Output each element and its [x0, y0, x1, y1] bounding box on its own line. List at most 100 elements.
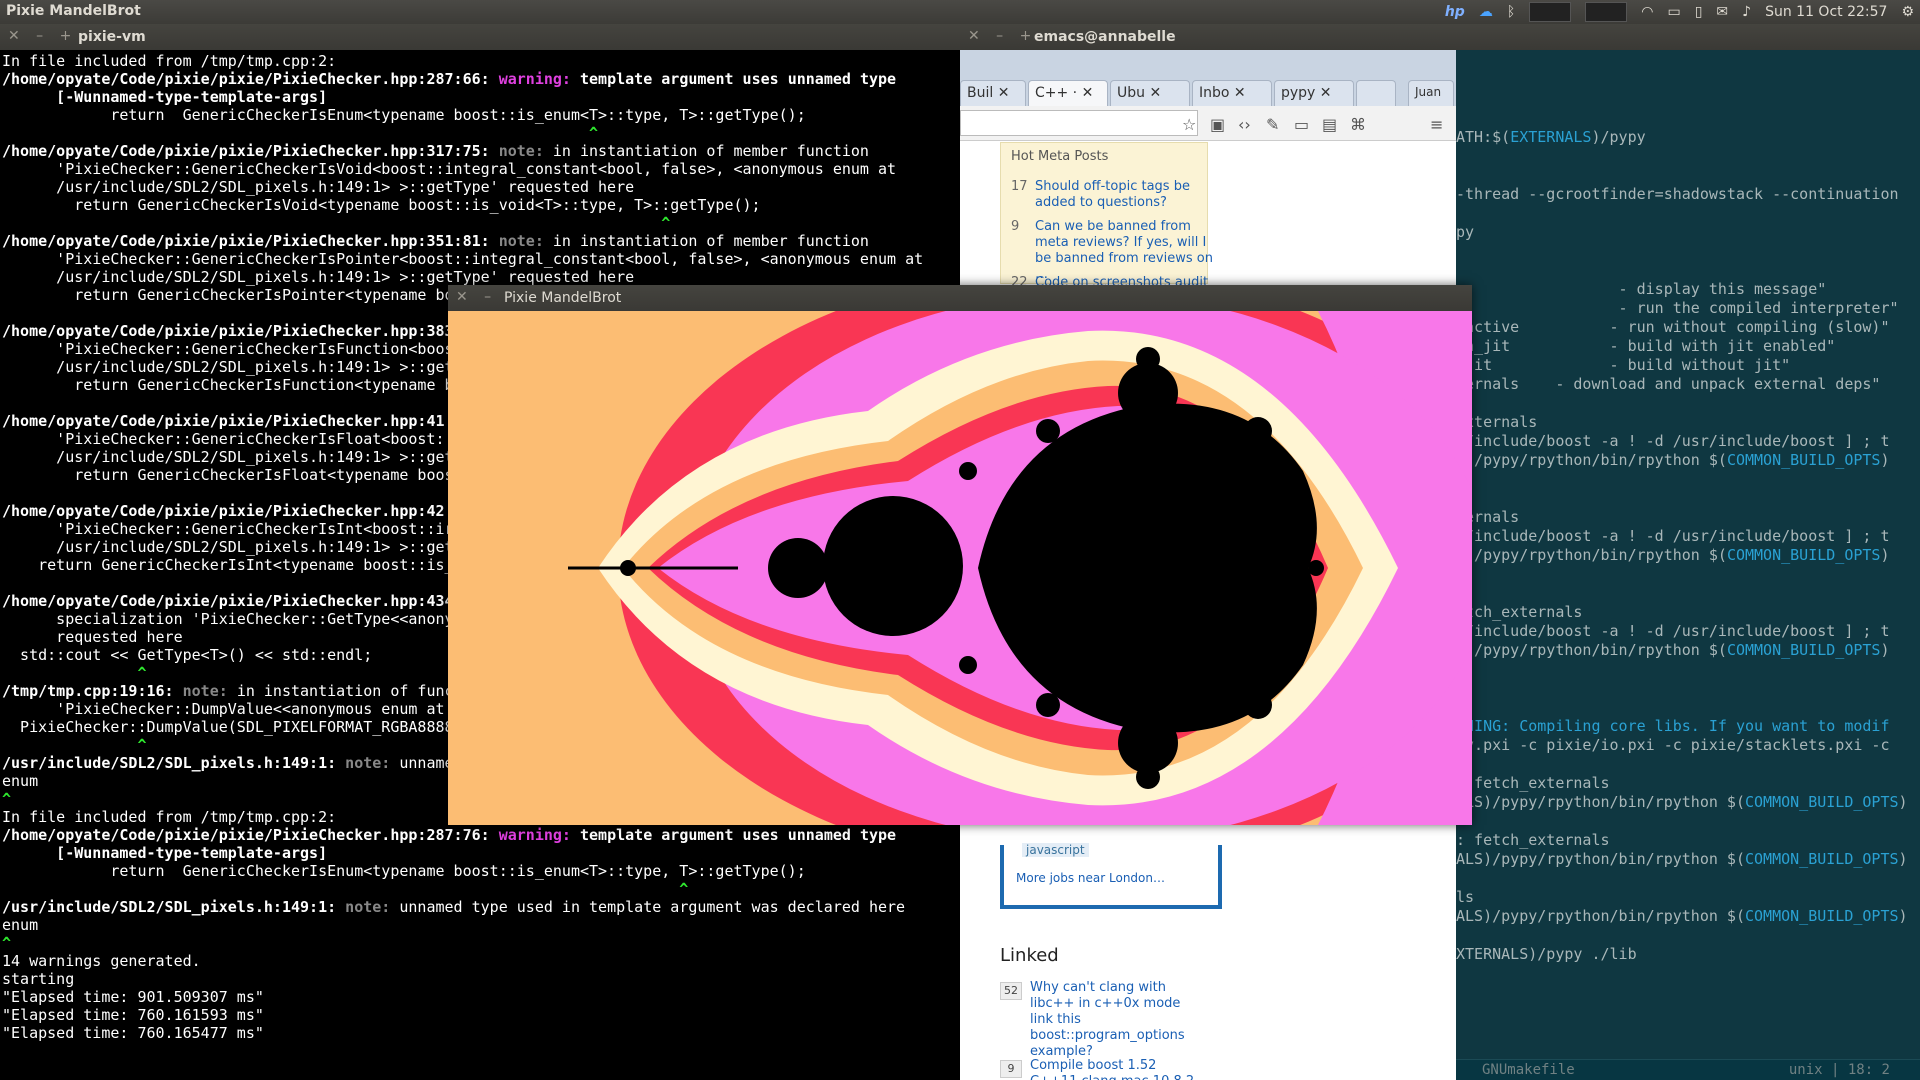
terminal-line: 14 warnings generated. [2, 952, 923, 970]
terminal-line: /usr/include/SDL2/SDL_pixels.h:149:1> >:… [2, 268, 923, 286]
terminal-line-segment: note: [498, 232, 553, 250]
tab-inbox[interactable]: Inbo ✕ [1192, 80, 1272, 106]
terminal-line: 'PixieChecker::GenericCheckerIsVoid<boos… [2, 160, 923, 178]
extension-icon[interactable]: ▣ [1210, 115, 1225, 134]
terminal-line-segment: enum [2, 772, 39, 790]
terminal-line-segment: note: [182, 682, 237, 700]
hot-meta-posts: Hot Meta Posts 17 Should off-topic tags b… [1000, 142, 1213, 290]
terminal-line: return GenericCheckerIsVoid<typename boo… [2, 196, 923, 214]
more-jobs-link[interactable]: More jobs near London… [1016, 871, 1165, 885]
tab-pypy[interactable]: pypy ✕ [1274, 80, 1354, 106]
terminal-line-segment: unname [399, 754, 454, 772]
terminal-line: [-Wunnamed-type-template-args] [2, 844, 923, 862]
set-bulb [1036, 693, 1060, 717]
terminal-line: ^ [2, 124, 923, 142]
code-line: ALS)/pypy/rpython/bin/rpython $(COMMON_B… [1456, 793, 1908, 812]
extension-icon[interactable]: ⌘ [1350, 115, 1366, 134]
terminal-line-segment: /home/opyate/Code/pixie/pixie/PixieCheck… [2, 412, 445, 430]
clock[interactable]: Sun 11 Oct 22:57 [1765, 4, 1887, 20]
cpu-graph-icon[interactable] [1585, 2, 1628, 22]
terminal-line-segment: /usr/include/SDL2/SDL_pixels.h:149:1> >:… [2, 358, 454, 376]
terminal-line-segment: template argument uses unnamed type [579, 70, 897, 88]
terminal-titlebar[interactable]: ✕ – + pixie-vm [0, 24, 960, 50]
bookmark-star-icon[interactable]: ☆ [1182, 115, 1196, 134]
terminal-line-segment: 'PixieChecker::GenericCheckerIsPointer<b… [2, 250, 924, 268]
network-graph-icon[interactable] [1529, 2, 1572, 22]
code-line-segment: S)/pypy/rpython/bin/rpython $( [1456, 546, 1727, 564]
terminal-line-segment: /usr/include/SDL2/SDL_pixels.h:149:1> >:… [2, 448, 454, 466]
address-bar[interactable] [960, 110, 1198, 136]
code-line: S)/pypy/rpython/bin/rpython $(COMMON_BUI… [1456, 641, 1908, 660]
code-line-segment: ternals - download and unpack external d… [1456, 375, 1881, 393]
menu-icon[interactable]: ≡ [1430, 115, 1443, 134]
terminal-line-segment: return GenericCheckerIsPointer<typename … [2, 286, 454, 304]
wifi-icon[interactable]: ◠ [1641, 4, 1653, 20]
set-bulb [959, 656, 977, 674]
code-icon[interactable]: ‹› [1238, 115, 1251, 134]
profile-button[interactable]: Juan [1408, 80, 1454, 106]
code-line: ATH:$(EXTERNALS)/pypy [1456, 128, 1908, 147]
mandelbrot-titlebar[interactable]: ✕ – Pixie MandelBrot [448, 285, 1472, 311]
code-line: ternals [1456, 508, 1908, 527]
code-line-segment: COMMON_BUILD_OPTS [1726, 641, 1881, 659]
battery-icon[interactable]: ▯ [1695, 4, 1703, 20]
mail-icon[interactable]: ✉ [1716, 4, 1728, 20]
terminal-line-segment: requested here [2, 628, 183, 646]
cloud-icon[interactable]: ☁ [1479, 4, 1493, 20]
terminal-line-segment: warning: [498, 826, 580, 844]
terminal-line-segment: /home/opyate/Code/pixie/pixie/PixieCheck… [2, 142, 499, 160]
terminal-line-segment: note: [345, 754, 400, 772]
hp-icon[interactable]: hp [1445, 4, 1465, 20]
terminal-line: /home/opyate/Code/pixie/pixie/PixieCheck… [2, 826, 923, 844]
terminal-line-segment: /usr/include/SDL2/SDL_pixels.h:149:1> >:… [2, 268, 635, 286]
settings-gear-icon[interactable]: ⚙ [1901, 4, 1914, 20]
set-bulb-top-small [1136, 347, 1160, 371]
terminal-line-segment: In file included from /tmp/tmp.cpp:2: [2, 52, 337, 70]
set-bulb [1308, 560, 1324, 576]
mandelbrot-window[interactable]: ✕ – Pixie MandelBrot [448, 285, 1472, 825]
terminal-line: 'PixieChecker::GenericCheckerIsPointer<b… [2, 250, 923, 268]
mandelbrot-render[interactable] [448, 311, 1472, 825]
set-bulb-bottom [1118, 713, 1178, 773]
emacs-titlebar[interactable]: ✕ – + emacs@annabelle [960, 24, 1920, 50]
code-line-segment: ALS)/pypy/rpython/bin/rpython $( [1456, 793, 1745, 811]
terminal-line-segment: 'PixieChecker::GenericCheckerIsVoid<boos… [2, 160, 897, 178]
new-tab-button[interactable] [1356, 80, 1396, 106]
tab-cpp[interactable]: C++ · ✕ [1028, 80, 1108, 106]
window-controls[interactable]: ✕ – + [8, 28, 77, 44]
tab-ubuntu[interactable]: Ubu ✕ [1110, 80, 1190, 106]
terminal-line-segment: ^ [2, 124, 599, 142]
emacs-title: emacs@annabelle [1034, 29, 1176, 45]
terminal-line-segment: unnamed type used in template argument w… [399, 898, 906, 916]
extension-icon[interactable]: ✎ [1266, 115, 1279, 134]
terminal-line-segment: warning: [498, 70, 580, 88]
tag[interactable]: javascript [1022, 843, 1089, 857]
code-line: uv.pxi -c pixie/io.pxi -c pixie/stacklet… [1456, 736, 1908, 755]
window-controls[interactable]: ✕ – [456, 289, 497, 305]
keyboard-icon[interactable]: ▭ [1667, 4, 1680, 20]
terminal-line-segment: ^ [2, 934, 12, 952]
code-line-segment: XTERNALS)/pypy ./lib [1456, 945, 1637, 963]
tab-build[interactable]: Buil ✕ [960, 80, 1026, 106]
window-controls[interactable]: ✕ – + [968, 28, 1037, 44]
set-bulb-top [1118, 363, 1178, 423]
terminal-line-segment: 14 warnings generated. [2, 952, 201, 970]
extension-icon[interactable]: ▤ [1322, 115, 1337, 134]
sound-icon[interactable]: ♪ [1742, 4, 1751, 20]
code-line: - run the compiled interpreter" [1456, 299, 1908, 318]
terminal-line-segment: starting [2, 970, 75, 988]
code-line-segment: COMMON_BUILD_OPTS [1744, 907, 1899, 925]
cast-icon[interactable]: ▭ [1294, 115, 1309, 134]
bluetooth-icon[interactable]: ᛒ [1507, 4, 1515, 20]
terminal-line-segment: "Elapsed time: 760.161593 ms" [2, 1006, 264, 1024]
emacs-buffer[interactable]: ATH:$(EXTERNALS)/pypy -thread --gcrootfi… [1456, 52, 1908, 964]
code-line-segment: ALS)/pypy/rpython/bin/rpython $( [1456, 850, 1745, 868]
